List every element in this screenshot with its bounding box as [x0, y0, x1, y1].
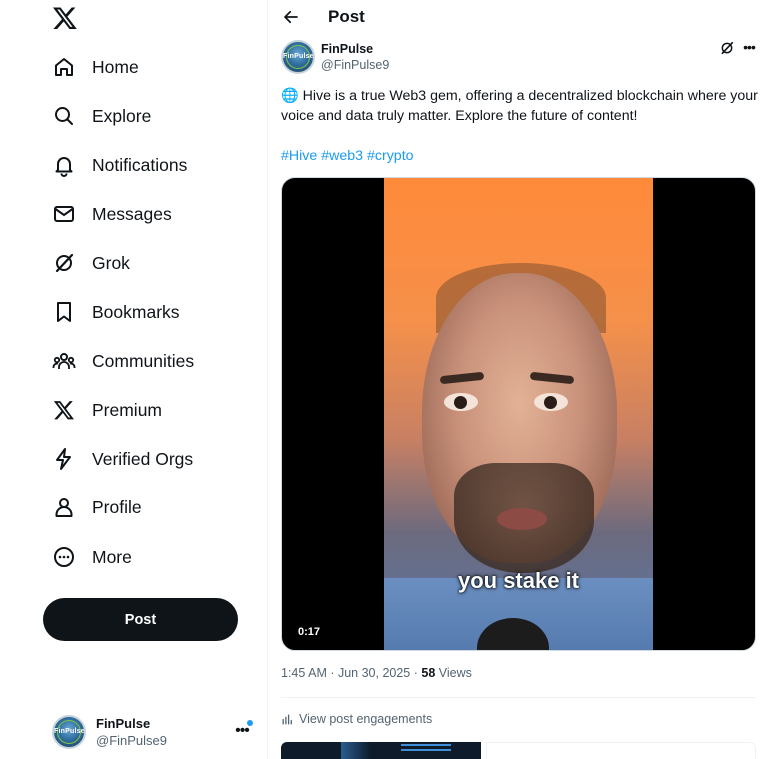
- hashtag-link[interactable]: #Hive: [281, 148, 317, 164]
- post-timestamp[interactable]: 1:45 AM · Jun 30, 2025 ·: [281, 666, 421, 680]
- author-handle[interactable]: @FinPulse9: [321, 57, 389, 73]
- view-engagements-link[interactable]: View post engagements: [281, 712, 432, 726]
- x-logo-icon[interactable]: [52, 5, 78, 31]
- sidebar-item-label: Notifications: [92, 154, 188, 175]
- avatar[interactable]: FinPulse: [281, 40, 315, 74]
- sidebar: Home Explore Notifications Messages Grok…: [0, 0, 268, 759]
- link-preview-card[interactable]: [281, 742, 756, 759]
- more-circle-icon: [50, 543, 78, 571]
- post-author[interactable]: FinPulse FinPulse @FinPulse9: [281, 40, 389, 74]
- hashtags: #Hive #web3 #crypto: [281, 146, 414, 166]
- divider: [281, 697, 756, 698]
- home-icon: [50, 53, 78, 81]
- video-player[interactable]: you stake it 0:17: [281, 177, 756, 651]
- sidebar-item-label: Verified Orgs: [92, 448, 194, 469]
- account-display-name: FinPulse: [96, 716, 151, 731]
- sidebar-item-label: Explore: [92, 105, 152, 126]
- views-count: 58: [421, 666, 436, 680]
- lightning-icon: [50, 445, 78, 473]
- video-duration: 0:17: [298, 626, 321, 638]
- sidebar-item-label: Home: [92, 56, 139, 77]
- post-meta: 1:45 AM · Jun 30, 2025 · 58 Views: [281, 666, 472, 680]
- sidebar-item-communities[interactable]: Communities: [50, 341, 194, 381]
- sidebar-item-premium[interactable]: Premium: [50, 390, 162, 430]
- sidebar-item-bookmarks[interactable]: Bookmarks: [50, 292, 180, 332]
- sidebar-item-more[interactable]: More: [50, 537, 132, 577]
- post-text: 🌐 Hive is a true Web3 gem, offering a de…: [281, 88, 758, 124]
- author-display-name[interactable]: FinPulse: [321, 41, 389, 57]
- hashtag-link[interactable]: #crypto: [367, 148, 414, 164]
- post-button[interactable]: Post: [43, 598, 238, 641]
- bookmark-icon: [50, 298, 78, 326]
- back-arrow-icon[interactable]: [280, 6, 302, 28]
- notification-dot: [247, 720, 253, 726]
- sidebar-item-label: More: [92, 546, 132, 567]
- x-logo-icon: [50, 396, 78, 424]
- sidebar-item-grok[interactable]: Grok: [50, 243, 130, 283]
- sidebar-item-label: Profile: [92, 496, 142, 517]
- sidebar-item-notifications[interactable]: Notifications: [50, 145, 187, 185]
- avatar-label: FinPulse: [283, 53, 314, 60]
- preview-thumbnail: [281, 742, 481, 759]
- bell-icon: [50, 151, 78, 179]
- search-icon: [50, 102, 78, 130]
- sidebar-item-label: Premium: [92, 399, 163, 420]
- sidebar-item-label: Messages: [92, 203, 172, 224]
- video-frame: you stake it: [384, 178, 653, 650]
- views-label: Views: [435, 666, 472, 680]
- sidebar-item-label: Grok: [92, 252, 130, 273]
- avatar: FinPulse: [52, 715, 86, 749]
- person-icon: [50, 493, 78, 521]
- envelope-icon: [50, 200, 78, 228]
- sidebar-item-explore[interactable]: Explore: [50, 96, 151, 136]
- grok-icon: [50, 249, 78, 277]
- account-handle: @FinPulse9: [96, 733, 168, 748]
- analytics-icon: [282, 714, 292, 724]
- preview-body: [486, 742, 756, 759]
- engagements-label: View post engagements: [299, 712, 433, 726]
- post-detail: Post FinPulse FinPulse @FinPulse9 ••• 🌐 …: [268, 0, 768, 759]
- grok-icon[interactable]: [719, 40, 735, 56]
- sidebar-item-profile[interactable]: Profile: [50, 487, 142, 527]
- video-caption: you stake it: [457, 568, 580, 593]
- people-icon: [50, 347, 78, 375]
- sidebar-item-verified-orgs[interactable]: Verified Orgs: [50, 439, 193, 479]
- more-horizontal-icon[interactable]: •••: [740, 40, 758, 56]
- avatar-label: FinPulse: [54, 728, 85, 735]
- sidebar-item-label: Bookmarks: [92, 301, 180, 322]
- hashtag-link[interactable]: #web3: [321, 148, 363, 164]
- account-switcher[interactable]: FinPulse FinPulse @FinPulse9: [52, 712, 262, 752]
- page-title: Post: [328, 7, 365, 26]
- sidebar-item-home[interactable]: Home: [50, 47, 139, 87]
- sidebar-item-label: Communities: [92, 350, 195, 371]
- sidebar-item-messages[interactable]: Messages: [50, 194, 172, 234]
